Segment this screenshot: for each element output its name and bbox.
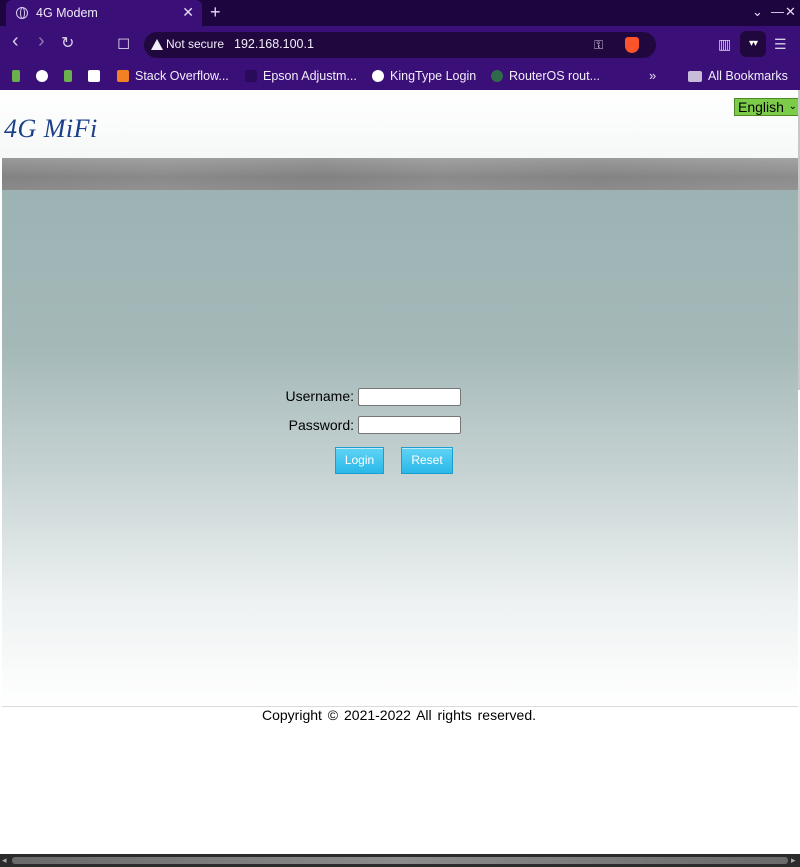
- tab-search-icon[interactable]: ⌄: [752, 3, 763, 21]
- bookmark-item[interactable]: [12, 67, 26, 85]
- login-form: Username: Password: Login Reset: [2, 190, 798, 706]
- bookmark-routeros[interactable]: RouterOS rout...: [491, 67, 600, 85]
- all-bookmarks-label: All Bookmarks: [708, 69, 788, 83]
- login-button[interactable]: Login: [335, 447, 384, 474]
- copyright: Copyright © 2021-2022 All rights reserve…: [261, 707, 536, 723]
- reload-icon[interactable]: ↻: [61, 35, 74, 53]
- page-header: 4G MiFi English ⌄: [0, 90, 800, 158]
- kingtype-icon: [372, 70, 384, 82]
- bookmark-icon[interactable]: ◻: [117, 35, 130, 53]
- address-bar[interactable]: Not secure 192.168.100.1 ⚿: [144, 32, 656, 58]
- bookmark-kingtype[interactable]: KingType Login: [372, 67, 476, 85]
- new-tab-button[interactable]: +: [210, 2, 221, 22]
- plant-icon: [12, 70, 20, 82]
- stackoverflow-icon: [117, 70, 129, 82]
- bookmark-item[interactable]: [36, 67, 54, 85]
- username-input[interactable]: [358, 388, 461, 406]
- password-input[interactable]: [358, 416, 461, 434]
- document-icon: [88, 70, 100, 82]
- language-value: English: [738, 99, 784, 115]
- bookmark-item[interactable]: [88, 67, 106, 85]
- language-select[interactable]: English ⌄: [734, 98, 800, 116]
- bookmark-epson[interactable]: Epson Adjustm...: [245, 67, 357, 85]
- security-label[interactable]: Not secure: [166, 37, 224, 51]
- reset-button[interactable]: Reset: [401, 447, 453, 474]
- password-label: Password:: [288, 417, 354, 433]
- brave-shield-icon[interactable]: [625, 37, 639, 53]
- scrollbar-thumb[interactable]: [12, 857, 788, 864]
- url-text[interactable]: 192.168.100.1: [234, 37, 314, 51]
- routeros-icon: [491, 70, 503, 82]
- browser-toolbar: ‹ › ↻ ◻ Not secure 192.168.100.1 ⚿ ▥ ▾▾ …: [0, 26, 800, 63]
- epson-icon: [245, 70, 257, 82]
- minimize-icon[interactable]: —: [771, 3, 784, 21]
- username-label: Username:: [285, 388, 354, 404]
- bookmark-stackoverflow[interactable]: Stack Overflow...: [117, 67, 229, 85]
- key-icon[interactable]: ⚿: [594, 38, 603, 53]
- github-icon: [36, 70, 48, 82]
- tab-strip: 4G Modem ✕ + ⌄ — ✕: [0, 0, 800, 26]
- menu-icon[interactable]: ☰: [774, 35, 787, 53]
- chevron-down-icon: ⌄: [788, 101, 797, 112]
- sidebar-icon[interactable]: ▥: [718, 35, 731, 53]
- nav-bar: [2, 158, 798, 190]
- tab-title: 4G Modem: [36, 6, 98, 20]
- login-area: Username: Password: Login Reset: [2, 190, 798, 706]
- scroll-left-icon[interactable]: ◂: [2, 854, 7, 867]
- folder-icon: [688, 70, 702, 82]
- bookmark-label: Epson Adjustm...: [263, 69, 357, 83]
- logo: 4G MiFi: [4, 114, 98, 143]
- bookmark-label: RouterOS rout...: [509, 69, 601, 83]
- more-bookmarks-icon[interactable]: »: [649, 68, 656, 83]
- bookmark-item[interactable]: [64, 67, 78, 85]
- browser-tab[interactable]: 4G Modem ✕: [6, 0, 202, 26]
- wallet-icon[interactable]: ▾▾: [740, 31, 766, 57]
- horizontal-scrollbar[interactable]: ◂ ▸: [0, 854, 800, 867]
- back-icon[interactable]: ‹: [12, 31, 19, 51]
- all-bookmarks[interactable]: All Bookmarks: [688, 67, 788, 85]
- warning-icon: [151, 39, 163, 50]
- bookmark-label: Stack Overflow...: [135, 69, 229, 83]
- bookmarks-bar: Stack Overflow... Epson Adjustm... KingT…: [0, 63, 800, 90]
- forward-icon[interactable]: ›: [38, 31, 45, 51]
- scroll-right-icon[interactable]: ▸: [791, 854, 796, 867]
- close-window-icon[interactable]: ✕: [785, 3, 796, 21]
- close-tab-icon[interactable]: ✕: [182, 4, 194, 20]
- plant-icon: [64, 70, 72, 82]
- page: 4G MiFi English ⌄ Username: Password: Lo…: [0, 90, 800, 854]
- bookmark-label: KingType Login: [390, 69, 477, 83]
- globe-icon: [16, 7, 28, 19]
